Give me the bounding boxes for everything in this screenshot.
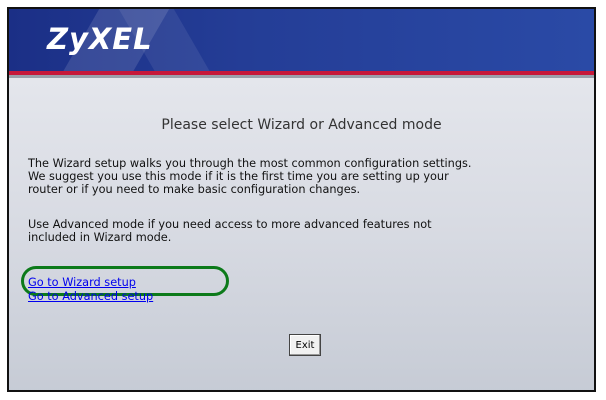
wizard-description-line: The Wizard setup walks you through the m… [28, 157, 472, 170]
advanced-description-line: Use Advanced mode if you need access to … [28, 218, 432, 231]
advanced-description: Use Advanced mode if you need access to … [28, 218, 588, 244]
exit-button[interactable]: Exit [289, 334, 321, 356]
advanced-description-line: included in Wizard mode. [28, 231, 172, 244]
wizard-setup-link[interactable]: Go to Wizard setup [28, 276, 136, 289]
wizard-description-line: We suggest you use this mode if it is th… [28, 170, 449, 183]
main-content: Please select Wizard or Advanced mode Th… [9, 78, 594, 390]
page-title: Please select Wizard or Advanced mode [161, 117, 442, 133]
browser-window: ZyXEL Please select Wizard or Advanced m… [7, 7, 596, 392]
wizard-description: The Wizard setup walks you through the m… [28, 157, 588, 196]
wizard-description-line: router or if you need to make basic conf… [28, 183, 361, 196]
header-banner: ZyXEL [9, 9, 594, 71]
zyxel-logo: ZyXEL [47, 22, 153, 56]
advanced-setup-link[interactable]: Go to Advanced setup [28, 290, 153, 303]
